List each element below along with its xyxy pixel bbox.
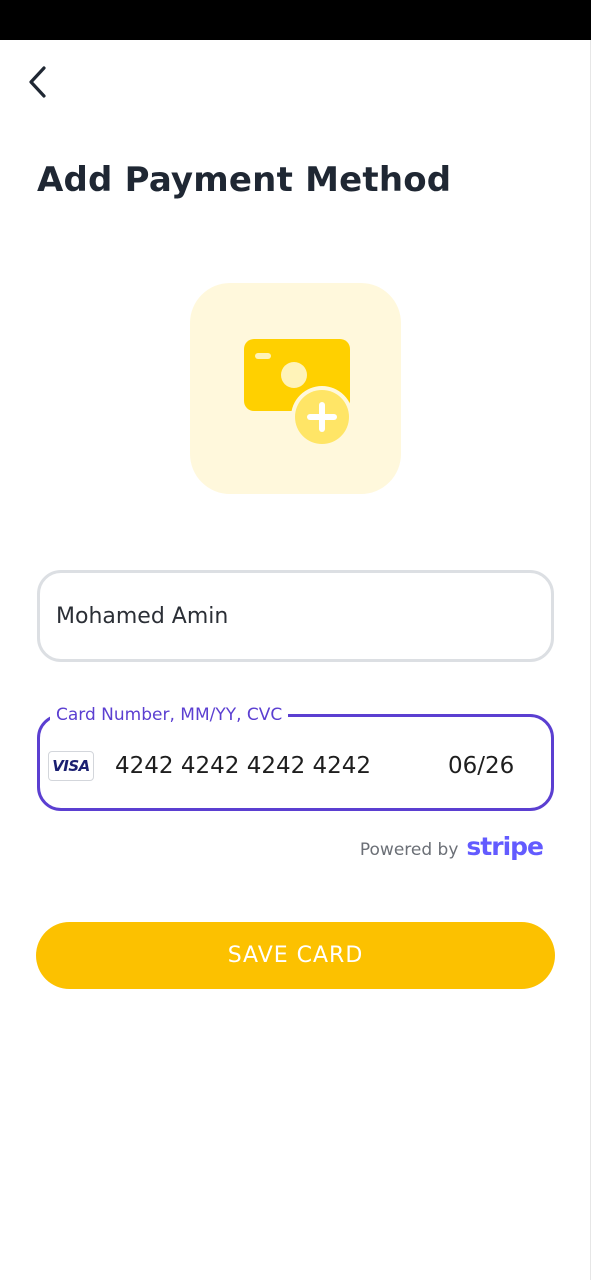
powered-by-text: Powered by	[359, 840, 459, 860]
status-bar	[0, 0, 591, 40]
card-number-input[interactable]: 4242 4242 4242 4242	[115, 751, 371, 781]
visa-icon: VISA	[48, 751, 94, 781]
page-title: Add Payment Method	[37, 160, 452, 200]
stripe-logo: stripe	[466, 832, 544, 861]
add-card-icon	[243, 338, 353, 448]
add-payment-screen: Add Payment Method Mohamed Amin Card Num…	[0, 40, 591, 1280]
card-expiry-input[interactable]: 06/26	[448, 751, 514, 781]
card-details-field[interactable]: Card Number, MM/YY, CVC VISA 4242 4242 4…	[37, 703, 554, 811]
card-field-label: Card Number, MM/YY, CVC	[50, 703, 289, 727]
chevron-left-icon	[29, 66, 46, 98]
powered-by-stripe: Powered by stripe	[359, 832, 544, 861]
save-card-button[interactable]: SAVE CARD	[36, 922, 555, 989]
cardholder-name-field[interactable]: Mohamed Amin	[37, 570, 554, 662]
back-button[interactable]	[18, 62, 58, 102]
add-card-illustration	[190, 283, 401, 494]
